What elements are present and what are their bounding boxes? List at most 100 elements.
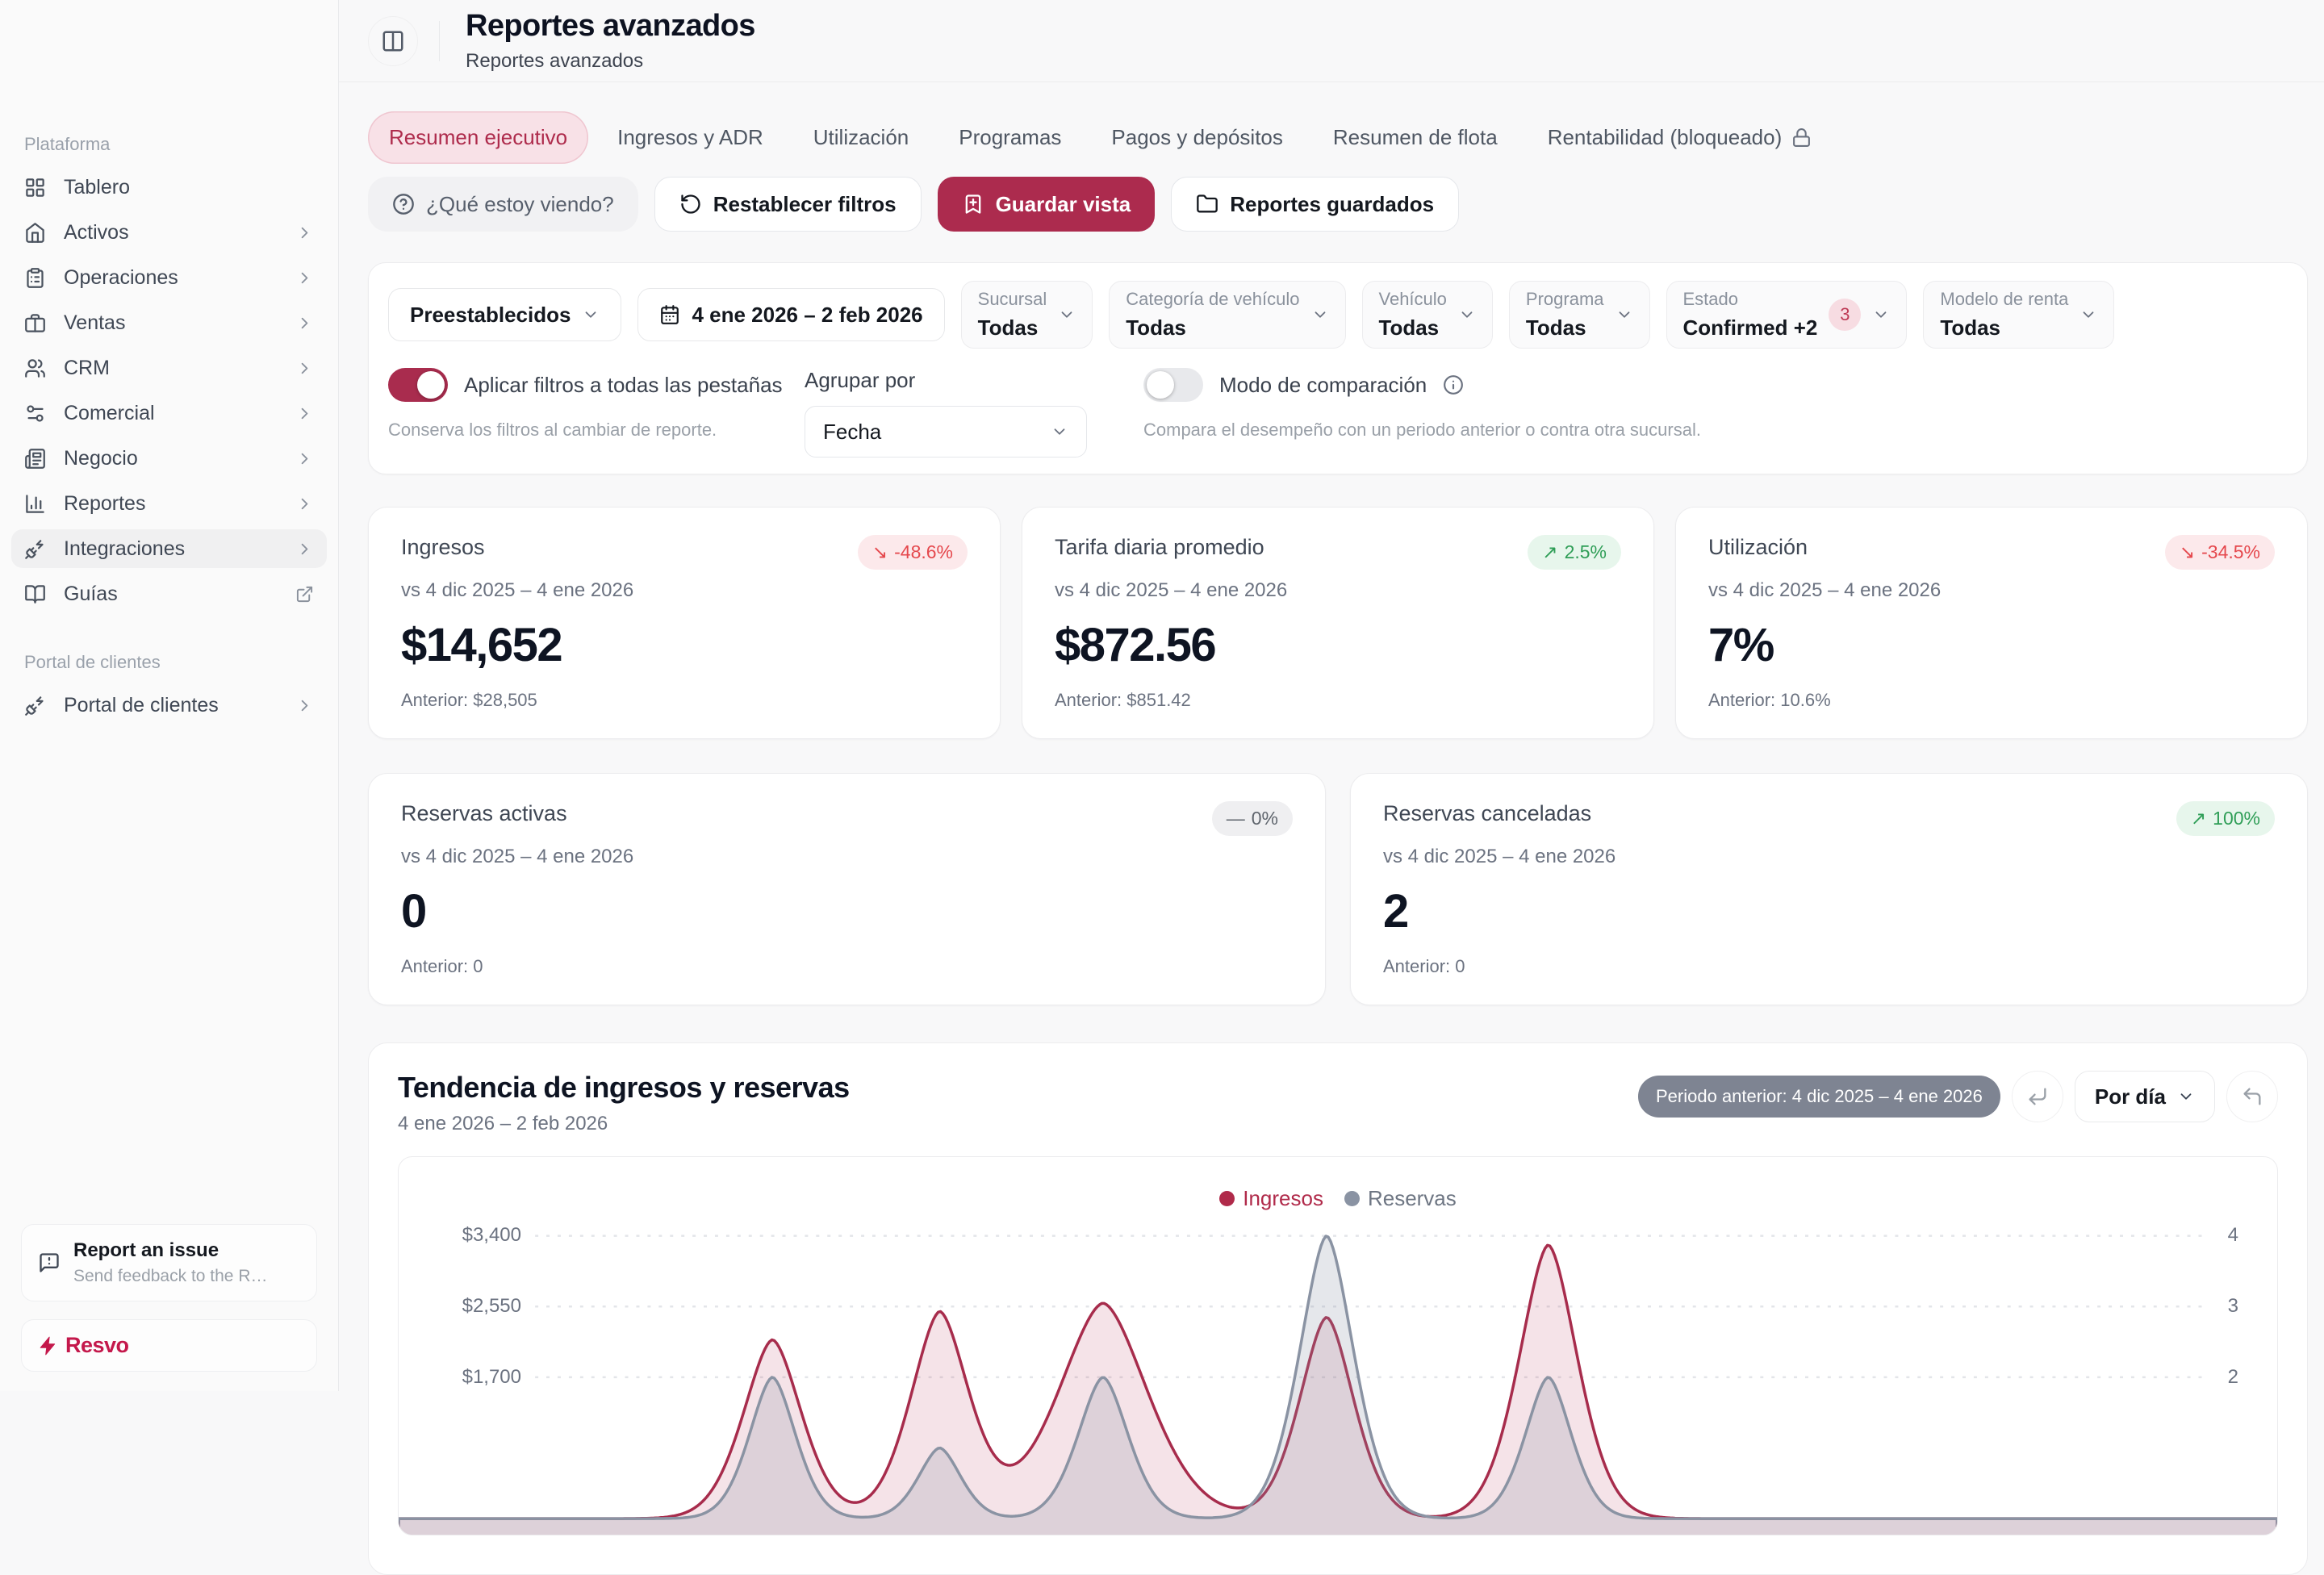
trend-badge-value: 100% [2213,808,2260,829]
sidebar-item-label: CRM [64,357,278,380]
save-view-label: Guardar vista [996,192,1131,217]
clipboard-icon [24,267,46,289]
estado-dropdown[interactable]: Estado Confirmed +2 3 [1666,281,1908,349]
sidebar-item-negocio[interactable]: Negocio [11,439,327,478]
tab-programas[interactable]: Programas [938,111,1082,164]
reset-filters-button[interactable]: Restablecer filtros [654,177,922,232]
plug-zap-icon [24,538,46,560]
tab-pagos-depositos[interactable]: Pagos y depósitos [1090,111,1303,164]
sidebar-item-ventas[interactable]: Ventas [11,303,327,342]
chevron-down-icon [582,306,600,324]
dropdown-label: Modelo de renta [1940,289,2068,310]
filters-panel: Preestablecidos 4 ene 2026 – 2 feb 2026 … [368,262,2308,474]
categoria-vehiculo-dropdown[interactable]: Categoría de vehículo Todas [1109,281,1345,349]
chevron-right-icon [295,359,314,378]
sidebar-item-reportes[interactable]: Reportes [11,484,327,523]
reset-filters-label: Restablecer filtros [713,192,897,217]
rotate-ccw-icon [679,193,702,215]
chevron-right-icon [295,696,314,715]
presets-dropdown[interactable]: Preestablecidos [388,288,621,341]
kpi-value: 2 [1383,884,2275,938]
trend-badge-value: 0% [1252,808,1278,829]
kpi-value: $872.56 [1055,618,1621,672]
dropdown-value: Confirmed +2 [1683,315,1818,340]
trend-badge-up: ↗2.5% [1528,535,1621,570]
sidebar-item-operaciones[interactable]: Operaciones [11,258,327,297]
external-link-icon [295,585,314,604]
chevron-down-icon [1872,306,1890,324]
y-axis-tick-right: 3 [2228,1295,2238,1318]
trend-down-icon: ↘ [2180,541,2195,563]
kpi-title: Tarifa diaria promedio [1055,535,1264,560]
sidebar-toggle-button[interactable] [368,16,418,66]
tab-rentabilidad-locked[interactable]: Rentabilidad (bloqueado) [1527,111,1833,164]
dropdown-label: Sucursal [978,289,1047,310]
brand-card: Resvo [21,1319,317,1372]
date-range-picker[interactable]: 4 ene 2026 – 2 feb 2026 [637,288,944,341]
sidebar-item-label: Integraciones [64,537,278,561]
sidebar-item-guias[interactable]: Guías [11,574,327,613]
report-issue-card[interactable]: Report an issue Send feedback to the Res… [21,1224,317,1301]
plug-zap-icon [24,695,46,716]
compare-return-button[interactable] [2012,1071,2063,1122]
saved-reports-button[interactable]: Reportes guardados [1171,177,1459,232]
kpi-card-reservas-canceladas: Reservas canceladas ↗100% vs 4 dic 2025 … [1350,773,2308,1005]
programa-dropdown[interactable]: Programa Todas [1509,281,1650,349]
legend-reservas[interactable]: Reservas [1344,1186,1457,1211]
presets-label: Preestablecidos [410,303,571,328]
sidebar-item-portal-clientes[interactable]: Portal de clientes [11,686,327,725]
sliders-icon [24,403,46,424]
tab-ingresos-adr[interactable]: Ingresos y ADR [596,111,784,164]
chevron-down-icon [1458,306,1476,324]
tab-utilizacion[interactable]: Utilización [792,111,930,164]
vehiculo-dropdown[interactable]: Vehículo Todas [1362,281,1493,349]
legend-label: Ingresos [1243,1186,1323,1211]
filters-row: Preestablecidos 4 ene 2026 – 2 feb 2026 … [388,281,2288,349]
save-view-button[interactable]: Guardar vista [938,177,1156,232]
comparison-mode-toggle[interactable] [1143,368,1203,402]
kpi-period: vs 4 dic 2025 – 4 ene 2026 [1708,579,2275,602]
sucursal-dropdown[interactable]: Sucursal Todas [961,281,1093,349]
tab-resumen-ejecutivo[interactable]: Resumen ejecutivo [368,111,588,164]
brand-name: Resvo [65,1333,129,1358]
sidebar-item-integraciones[interactable]: Integraciones [11,529,327,568]
kpi-value: $14,652 [401,618,968,672]
kpi-period: vs 4 dic 2025 – 4 ene 2026 [1383,846,2275,868]
group-by-select[interactable]: Fecha [805,406,1087,457]
kpi-previous: Anterior: 0 [401,956,1293,977]
sidebar-item-crm[interactable]: CRM [11,349,327,387]
trend-badge-flat: —0% [1212,801,1293,836]
apply-filters-toggle[interactable] [388,368,448,402]
chevron-right-icon [295,449,314,468]
trend-up-icon: ↗ [1542,541,1557,563]
chevron-down-icon [2079,306,2097,324]
kpi-title: Ingresos [401,535,485,560]
help-button[interactable]: ¿Qué estoy viendo? [368,177,638,232]
trend-badge-down: ↘-34.5% [2165,535,2275,570]
legend-ingresos[interactable]: Ingresos [1219,1186,1323,1211]
sidebar-item-comercial[interactable]: Comercial [11,394,327,432]
panel-left-icon [381,29,405,53]
toolbar: ¿Qué estoy viendo? Restablecer filtros G… [339,164,2324,232]
comparison-mode-hint: Compara el desempeño con un periodo ante… [1143,420,2288,441]
bookmark-plus-icon [962,193,984,215]
calendar-icon [659,304,680,325]
kpi-card-ingresos: Ingresos ↘-48.6% vs 4 dic 2025 – 4 ene 2… [368,507,1001,739]
trend-chart-svg [399,1157,2277,1535]
help-button-label: ¿Qué estoy viendo? [426,192,614,217]
granularity-dropdown[interactable]: Por día [2075,1071,2215,1122]
sidebar-item-activos[interactable]: Activos [11,213,327,252]
kpi-previous: Anterior: 10.6% [1708,690,2275,711]
report-issue-subtitle: Send feedback to the Resvo... [73,1267,275,1286]
modelo-renta-dropdown[interactable]: Modelo de renta Todas [1923,281,2114,349]
kpi-title: Reservas activas [401,801,567,826]
tab-label: Programas [959,125,1061,150]
undo-button[interactable] [2226,1071,2278,1122]
home-icon [24,222,46,244]
sidebar-item-tablero[interactable]: Tablero [11,168,327,207]
chevron-right-icon [295,495,314,513]
tab-resumen-flota[interactable]: Resumen de flota [1312,111,1519,164]
main-content: Reportes avanzados Reportes avanzados Re… [339,0,2324,1575]
help-circle-icon [392,193,415,215]
sidebar: Plataforma Tablero Activos Operaciones V… [0,0,339,1391]
